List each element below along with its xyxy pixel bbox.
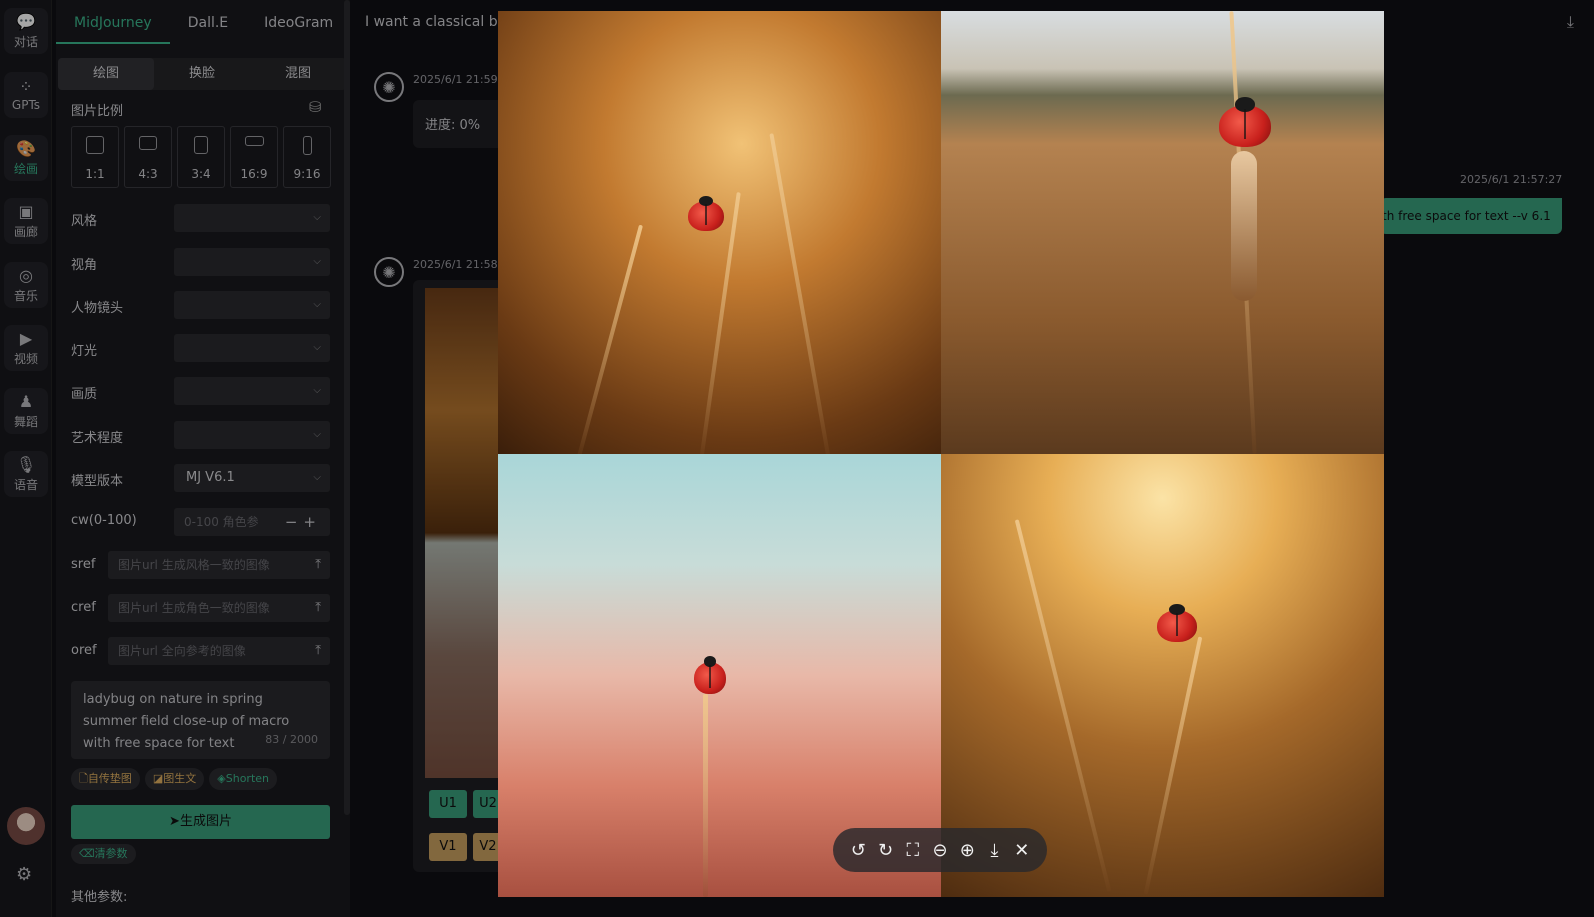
rotate-right-icon[interactable]: ↻ xyxy=(874,840,898,861)
ladybug xyxy=(1157,604,1197,642)
zoom-in-icon[interactable]: ⊕ xyxy=(955,840,979,861)
image-viewer xyxy=(498,11,1384,897)
preview-image-1 xyxy=(498,11,941,454)
grass-stem xyxy=(703,694,708,897)
zoom-out-icon[interactable]: ⊖ xyxy=(928,840,952,861)
rotate-left-icon[interactable]: ↺ xyxy=(846,840,870,861)
grass-seedhead xyxy=(1231,151,1257,301)
preview-image-2 xyxy=(941,11,1384,454)
close-icon[interactable]: ✕ xyxy=(1010,840,1034,861)
ladybug xyxy=(694,656,726,694)
ladybug xyxy=(688,195,724,231)
grass-stem xyxy=(1143,636,1203,895)
download-icon[interactable]: ⤓ xyxy=(983,840,1007,861)
grass-stem xyxy=(577,224,643,454)
grass-stem xyxy=(699,192,741,454)
fit-screen-icon[interactable]: ⛶ xyxy=(901,840,925,861)
ladybug xyxy=(1219,97,1271,147)
viewer-toolbar: ↺ ↻ ⛶ ⊖ ⊕ ⤓ ✕ xyxy=(833,828,1047,872)
grass-stem xyxy=(769,133,831,454)
